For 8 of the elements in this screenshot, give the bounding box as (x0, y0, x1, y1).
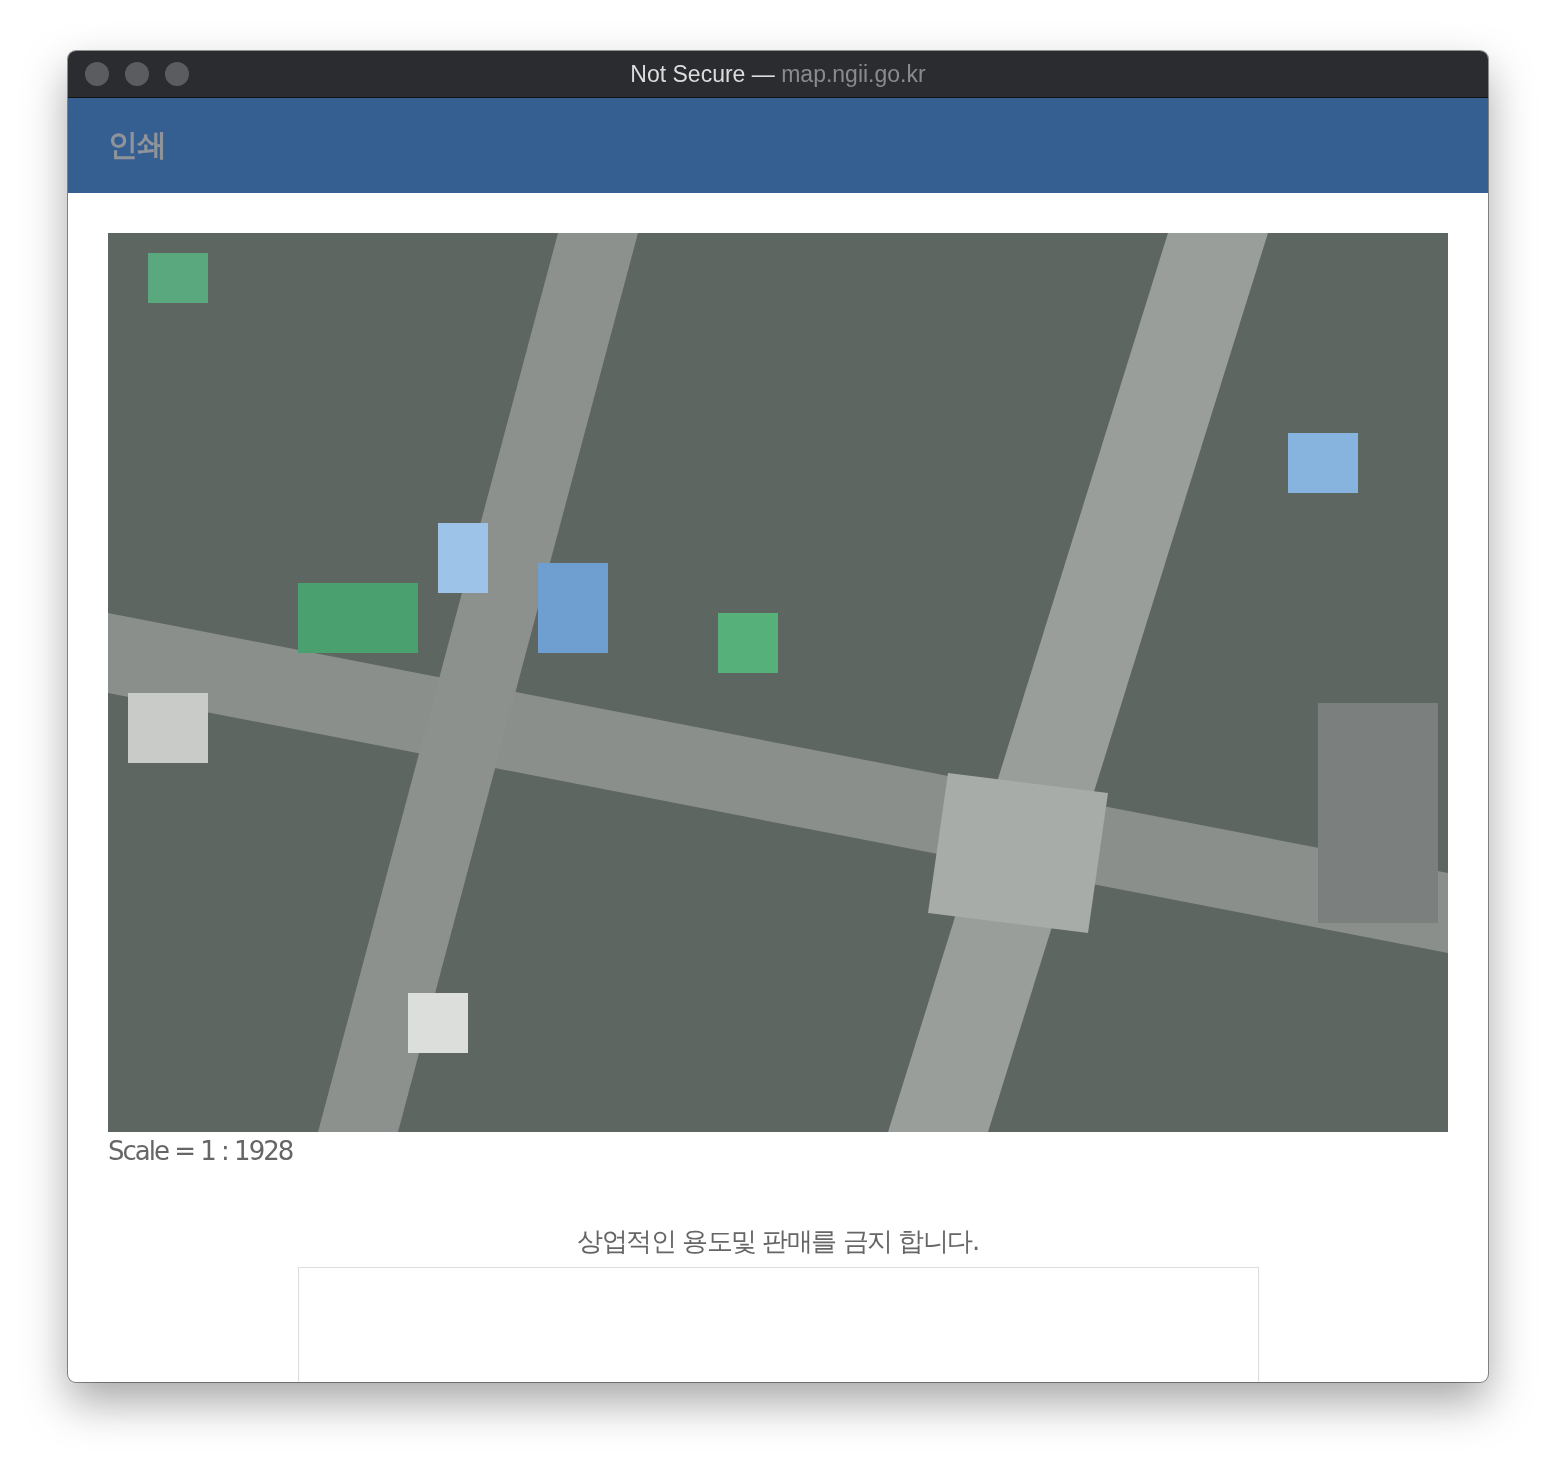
close-button[interactable] (85, 62, 109, 86)
window-title: Not Secure — (630, 60, 776, 88)
address-text: map.ngii.go.kr (781, 60, 926, 88)
scale-text: Scale = 1 : 1928 (108, 1136, 293, 1166)
notice-text: 상업적인 용도및 판매를 금지 합니다. (577, 1225, 979, 1258)
dialog-title: 인쇄 (108, 126, 166, 164)
zoom-button[interactable] (165, 62, 189, 86)
minimize-button[interactable] (125, 62, 149, 86)
